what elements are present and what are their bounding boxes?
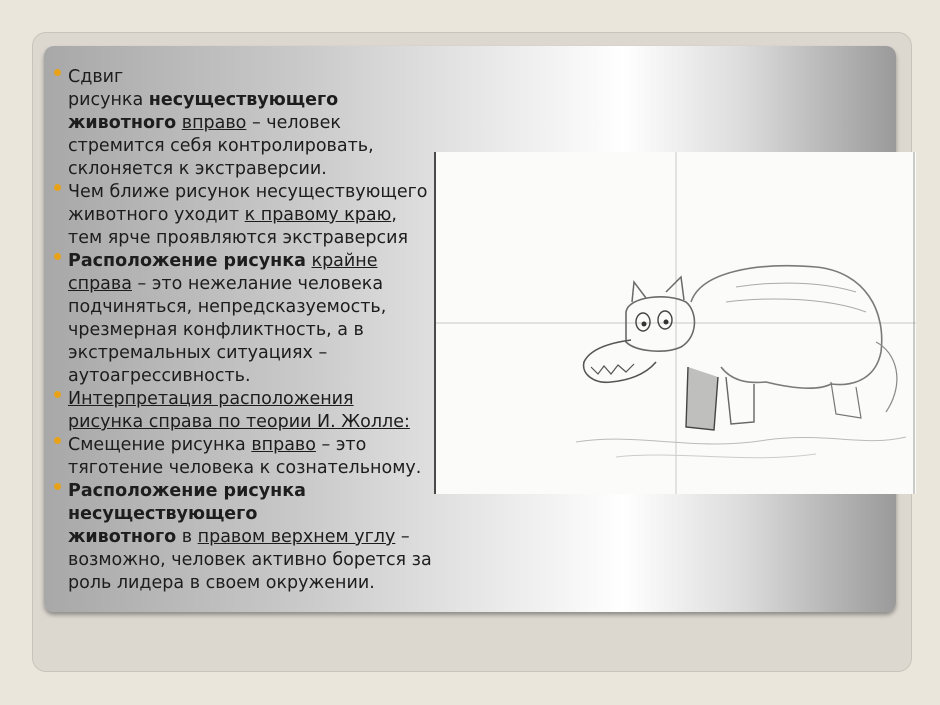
bullet-dot-icon bbox=[54, 483, 61, 490]
bullet-paragraph: Чем ближе рисунок несуществующего животн… bbox=[52, 181, 432, 250]
bullet-paragraph: Расположение рисунка несуществующего живо… bbox=[52, 480, 432, 595]
bullet-dot-icon bbox=[54, 69, 61, 76]
paragraph-text-segment: Расположение рисунка bbox=[68, 481, 306, 501]
bullet-paragraph: Сдвиг рисунка несуществующего животного вп… bbox=[52, 66, 432, 181]
paragraph-text-segment: Интерпретация расположения рисунка справ… bbox=[68, 389, 410, 432]
bullet-paragraph: Смещение рисунка вправо – это тяготение … bbox=[52, 434, 432, 480]
paragraph-text-segment: в bbox=[176, 527, 198, 547]
paragraph-text-segment: вправо bbox=[251, 435, 316, 455]
paragraph-text-segment: вправо bbox=[181, 113, 247, 133]
paragraph-text-segment: животного bbox=[68, 113, 177, 133]
paragraph-text-segment: рисунка bbox=[68, 90, 149, 110]
animal-drawing bbox=[434, 152, 916, 494]
bullet-dot-icon bbox=[54, 437, 61, 444]
paragraph-text-segment: несуществующего bbox=[148, 90, 339, 110]
paragraph-text-segment: Сдвиг bbox=[68, 67, 124, 87]
paragraph-text-segment: к правому краю bbox=[244, 205, 392, 225]
paragraph-text-segment: животного bbox=[68, 527, 177, 547]
paragraph-text-segment: несуществующего bbox=[68, 504, 258, 524]
paragraph-text-segment: Расположение рисунка bbox=[68, 251, 306, 271]
bullet-paragraph: Интерпретация расположения рисунка справ… bbox=[52, 388, 432, 434]
bullet-paragraph: Расположение рисунка крайне справа – это… bbox=[52, 250, 432, 388]
bullet-dot-icon bbox=[54, 253, 61, 260]
slide-text-block: Сдвиг рисунка несуществующего животного вп… bbox=[52, 66, 432, 595]
bullet-dot-icon bbox=[54, 184, 61, 191]
paragraph-text-segment: Смещение рисунка bbox=[68, 435, 252, 455]
paragraph-text-segment: правом верхнем углу bbox=[197, 527, 396, 547]
bullet-dot-icon bbox=[54, 391, 61, 398]
pencil-sketch-animal-icon bbox=[436, 152, 916, 494]
